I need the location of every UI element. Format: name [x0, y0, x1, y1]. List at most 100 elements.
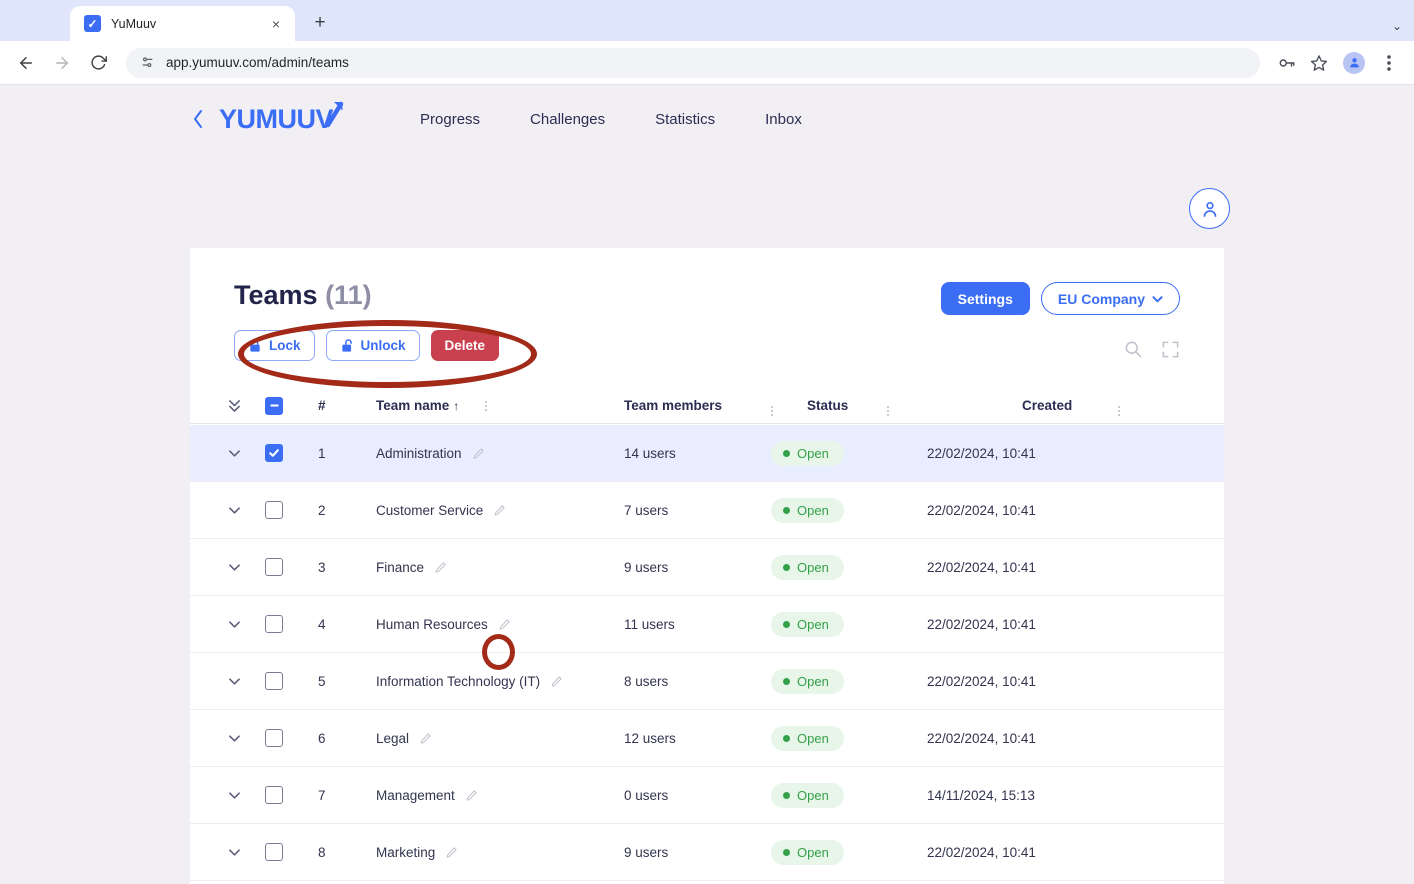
edit-pencil-icon[interactable] — [419, 732, 432, 745]
column-menu-icon[interactable] — [485, 400, 488, 411]
column-menu-members[interactable] — [771, 395, 807, 416]
nav-item-progress[interactable]: Progress — [395, 105, 505, 134]
delete-button-label: Delete — [444, 338, 486, 353]
back-button[interactable] — [10, 47, 42, 79]
table-row[interactable]: 1 Administration 14 users Open 22/02/2024, 1… — [190, 425, 1224, 482]
chevron-down-icon[interactable]: ⌄ — [1392, 19, 1402, 33]
company-selector[interactable]: EU Company — [1040, 282, 1180, 315]
edit-pencil-icon[interactable] — [498, 618, 511, 631]
row-team-name-cell[interactable]: Customer Service — [376, 503, 624, 518]
chevron-down-icon — [1152, 295, 1163, 302]
column-header-created[interactable]: Created — [1022, 398, 1102, 413]
row-expand-toggle[interactable] — [228, 563, 265, 572]
close-icon[interactable]: × — [267, 15, 285, 33]
settings-button[interactable]: Settings — [940, 282, 1030, 315]
row-team-name: Management — [376, 787, 455, 803]
row-select-checkbox[interactable] — [265, 843, 318, 861]
row-expand-toggle[interactable] — [228, 506, 265, 515]
row-status-cell: Open — [771, 725, 927, 751]
checkbox-unchecked-icon — [265, 558, 283, 576]
table-row[interactable]: 4 Human Resources 11 users Open 22/02/2024, … — [190, 596, 1224, 653]
column-header-status-label: Status — [807, 398, 849, 413]
fullscreen-icon[interactable] — [1161, 340, 1180, 359]
column-menu-icon[interactable] — [887, 406, 889, 416]
row-team-name-cell[interactable]: Administration — [376, 446, 624, 461]
row-select-checkbox[interactable] — [265, 558, 318, 576]
edit-pencil-icon[interactable] — [550, 675, 563, 688]
row-status-cell: Open — [771, 554, 927, 580]
unlock-button[interactable]: Unlock — [325, 330, 420, 361]
row-expand-toggle[interactable] — [228, 734, 265, 743]
row-expand-toggle[interactable] — [228, 791, 265, 800]
edit-pencil-icon[interactable] — [465, 789, 478, 802]
column-header-team-members[interactable]: Team members — [624, 398, 771, 413]
nav-item-challenges[interactable]: Challenges — [505, 105, 630, 134]
row-select-checkbox[interactable] — [265, 786, 318, 804]
row-team-name: Human Resources — [376, 616, 488, 632]
nav-item-inbox[interactable]: Inbox — [740, 105, 827, 134]
nav-item-statistics[interactable]: Statistics — [630, 105, 740, 134]
row-expand-toggle[interactable] — [228, 620, 265, 629]
row-select-checkbox[interactable] — [265, 501, 318, 519]
row-select-checkbox[interactable] — [265, 615, 318, 633]
table-body: 1 Administration 14 users Open 22/02/2024, 1… — [190, 425, 1224, 884]
row-team-name-cell[interactable]: Human Resources — [376, 617, 624, 632]
row-created: 22/02/2024, 10:41 — [927, 445, 1036, 461]
row-status-cell: Open — [771, 611, 927, 637]
status-badge: Open — [771, 782, 844, 808]
table-row[interactable]: 3 Finance 9 users Open 22/02/2024, 10:41 — [190, 539, 1224, 596]
browser-tab[interactable]: ✓ YuMuuv × — [70, 6, 295, 41]
column-header-status[interactable]: Status — [807, 398, 887, 413]
table-row[interactable]: 6 Legal 12 users Open 22/02/2024, 10:41 — [190, 710, 1224, 767]
row-team-name-cell[interactable]: Information Technology (IT) — [376, 674, 624, 689]
lock-button[interactable]: Lock — [234, 330, 315, 361]
row-team-name-cell[interactable]: Legal — [376, 731, 624, 746]
table-row[interactable]: 8 Marketing 9 users Open 22/02/2024, 10:41 — [190, 824, 1224, 881]
select-all-checkbox[interactable] — [265, 396, 318, 415]
column-header-number[interactable]: # — [318, 398, 376, 413]
edit-pencil-icon[interactable] — [472, 447, 485, 460]
row-team-name-cell[interactable]: Marketing — [376, 845, 624, 860]
lock-icon — [250, 339, 260, 352]
row-select-checkbox[interactable] — [265, 444, 318, 462]
row-created: 22/02/2024, 10:41 — [927, 730, 1036, 746]
row-select-checkbox[interactable] — [265, 672, 318, 690]
column-menu-created[interactable] — [1102, 395, 1180, 416]
row-expand-toggle[interactable] — [228, 677, 265, 686]
forward-button[interactable] — [46, 47, 78, 79]
three-dot-menu-icon[interactable] — [1374, 48, 1404, 78]
edit-pencil-icon[interactable] — [445, 846, 458, 859]
search-icon[interactable] — [1123, 339, 1143, 359]
expand-all-toggle[interactable] — [228, 398, 265, 414]
row-number: 4 — [318, 616, 326, 632]
column-header-team-name[interactable]: Team name ↑ — [376, 398, 624, 413]
row-expand-toggle[interactable] — [228, 449, 265, 458]
column-menu-status[interactable] — [887, 395, 1022, 416]
site-settings-icon[interactable] — [140, 55, 155, 70]
edit-pencil-icon[interactable] — [434, 561, 447, 574]
column-menu-icon[interactable] — [1118, 406, 1120, 416]
new-tab-button[interactable]: + — [305, 8, 335, 38]
reload-button[interactable] — [82, 47, 114, 79]
row-expand-toggle[interactable] — [228, 848, 265, 857]
table-row[interactable]: 7 Management 0 users Open 14/11/2024, 15:13 — [190, 767, 1224, 824]
row-team-name: Legal — [376, 730, 410, 746]
column-menu-icon[interactable] — [771, 406, 773, 416]
row-select-checkbox[interactable] — [265, 729, 318, 747]
row-team-name-cell[interactable]: Management — [376, 788, 624, 803]
key-icon[interactable] — [1272, 48, 1302, 78]
profile-avatar-icon[interactable] — [1343, 51, 1365, 74]
table-row[interactable]: 2 Customer Service 7 users Open 22/02/2024, … — [190, 482, 1224, 539]
address-bar[interactable]: app.yumuuv.com/admin/teams — [126, 47, 1260, 78]
back-chevron-icon[interactable] — [186, 109, 210, 129]
delete-button[interactable]: Delete — [430, 330, 500, 361]
row-team-name-cell[interactable]: Finance — [376, 560, 624, 575]
column-header-team-members-label: Team members — [624, 398, 723, 413]
edit-pencil-icon[interactable] — [493, 504, 506, 517]
status-badge-label: Open — [797, 502, 829, 518]
star-icon[interactable] — [1304, 48, 1334, 78]
account-icon[interactable] — [1189, 188, 1230, 229]
table-row[interactable]: 5 Information Technology (IT) 8 users Open 2… — [190, 653, 1224, 710]
status-badge: Open — [771, 725, 844, 751]
yumuuv-logo[interactable]: YUMUUV — [219, 101, 345, 135]
